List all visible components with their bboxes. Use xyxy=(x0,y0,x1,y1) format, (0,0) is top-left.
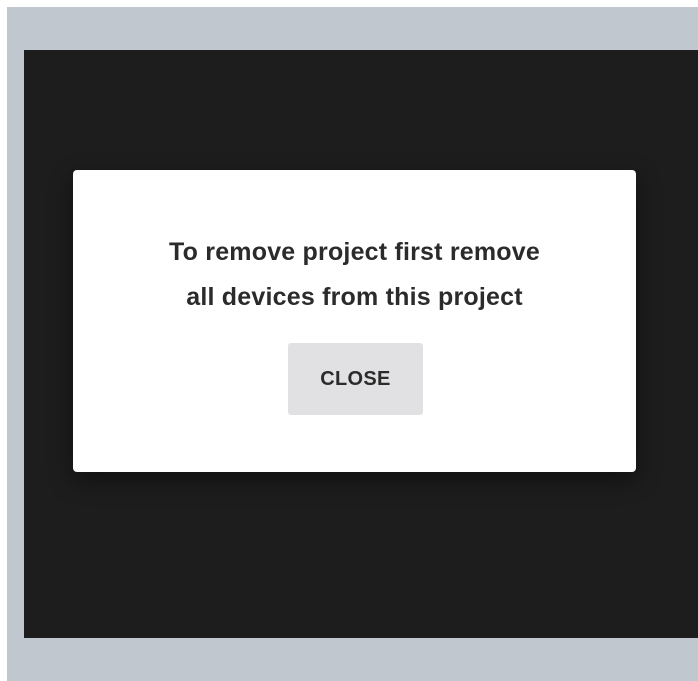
remove-project-dialog: To remove project first remove all devic… xyxy=(73,170,636,472)
dialog-message-line-2: all devices from this project xyxy=(186,283,523,311)
close-button[interactable]: CLOSE xyxy=(288,343,423,415)
dialog-message-line-1: To remove project first remove xyxy=(169,238,540,266)
dialog-message: To remove project first remove all devic… xyxy=(73,230,636,320)
